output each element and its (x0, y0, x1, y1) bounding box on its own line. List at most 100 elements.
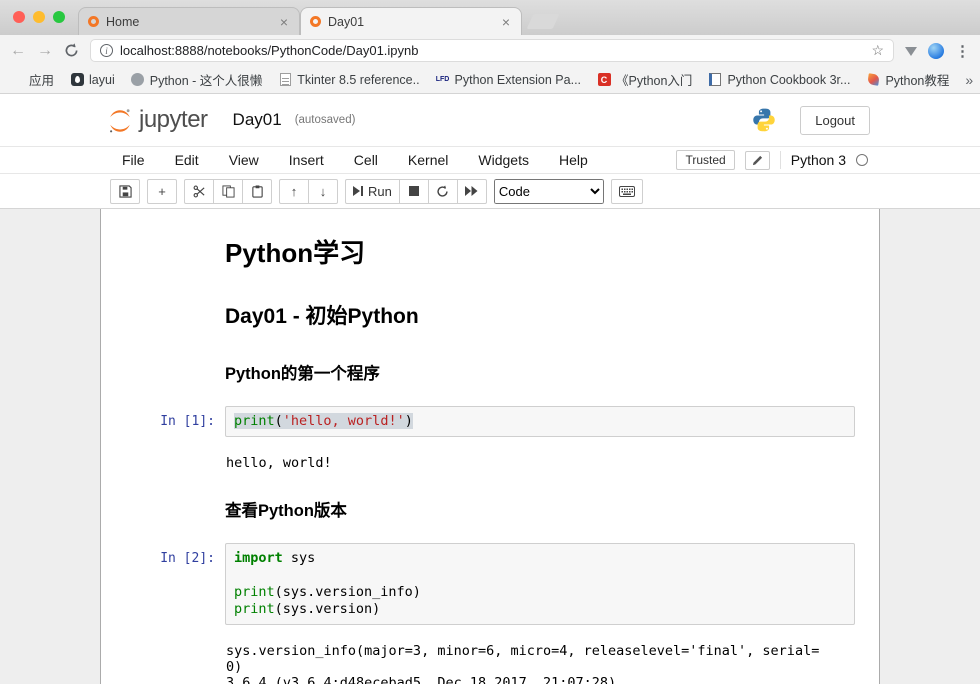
cell-type-select[interactable]: Code (494, 179, 604, 204)
browser-menu-icon[interactable]: ⋮ (955, 42, 970, 60)
book-icon (708, 73, 722, 87)
bookmark-python-tutorial[interactable]: Python教程 (866, 70, 949, 89)
lfd-icon: LFD (436, 73, 450, 87)
kernel-idle-icon (856, 154, 868, 166)
bookmark-python-intro[interactable]: C 《Python入门 (597, 70, 692, 89)
page-icon (278, 73, 292, 87)
save-button[interactable] (110, 179, 140, 204)
bookmarks-overflow-icon[interactable]: » (965, 72, 973, 88)
fast-forward-icon (465, 186, 478, 196)
copy-icon (222, 185, 235, 198)
tab-title: Day01 (328, 15, 493, 29)
site-info-icon[interactable]: i (100, 44, 113, 57)
output-text: 0) (226, 659, 855, 675)
trusted-button[interactable]: Trusted (676, 150, 734, 170)
bookmark-python-extension[interactable]: LFD Python Extension Pa... (436, 73, 581, 87)
logout-button[interactable]: Logout (800, 106, 870, 135)
keyboard-icon (619, 186, 635, 197)
zoom-window-button[interactable] (53, 11, 65, 23)
step-forward-icon (353, 186, 363, 196)
bookmark-star-icon[interactable]: ☆ (871, 42, 884, 59)
command-palette-button[interactable] (611, 179, 643, 204)
notebook-h1: Python学习 (225, 233, 855, 270)
notebook-toolbar: + ↑ ↓ Run (0, 174, 980, 209)
tab-day01[interactable]: Day01 × (300, 7, 522, 35)
browser-navbar: ← → i localhost:8888/notebooks/PythonCod… (0, 35, 980, 66)
markdown-cell-version[interactable]: 查看Python版本 (119, 483, 861, 537)
cut-cell-button[interactable] (184, 179, 214, 204)
markdown-cell-title[interactable]: Python学习 (119, 219, 861, 286)
traffic-lights (13, 11, 65, 23)
interrupt-kernel-button[interactable] (399, 179, 429, 204)
move-cell-down-button[interactable]: ↓ (308, 179, 338, 204)
notebook-h2: Day01 - 初始Python (225, 300, 855, 330)
globe-extension-icon[interactable] (928, 43, 944, 59)
jupyter-header: jupyter Day01 (autosaved) Logout (0, 94, 980, 146)
input-prompt: In [2]: (125, 543, 225, 625)
bookmark-tkinter[interactable]: Tkinter 8.5 reference.. (278, 73, 419, 87)
menu-edit[interactable]: Edit (175, 152, 199, 168)
kernel-name: Python 3 (791, 152, 846, 168)
tab-title: Home (106, 15, 271, 29)
notebook-title[interactable]: Day01 (233, 110, 282, 130)
bookmarks-bar: 应用 layui Python - 这个人很懒 Tkinter 8.5 refe… (0, 66, 980, 94)
python-profile-icon (131, 73, 145, 87)
menu-kernel[interactable]: Kernel (408, 152, 448, 168)
output-cell-1: hello, world! (119, 443, 861, 483)
paste-cell-button[interactable] (242, 179, 272, 204)
jupyter-brand-text: jupyter (139, 106, 208, 134)
apps-grid-icon (10, 73, 24, 87)
jupyter-favicon-icon (310, 16, 321, 27)
menu-file[interactable]: File (122, 152, 145, 168)
back-icon[interactable]: ← (10, 43, 26, 59)
markdown-cell-day01[interactable]: Day01 - 初始Python (119, 286, 861, 346)
code-input-1[interactable]: print('hello, world!') (225, 406, 855, 437)
move-cell-up-button[interactable]: ↑ (279, 179, 309, 204)
close-tab-icon[interactable]: × (500, 14, 512, 30)
arrow-down-icon: ↓ (320, 185, 327, 198)
notebook-h3-first: Python的第一个程序 (225, 360, 855, 384)
edit-title-button[interactable] (745, 151, 770, 170)
restart-kernel-button[interactable] (428, 179, 458, 204)
arrow-up-icon: ↑ (291, 185, 298, 198)
bookmark-cookbook[interactable]: Python Cookbook 3r... (708, 73, 850, 87)
menu-insert[interactable]: Insert (289, 152, 324, 168)
menu-widgets[interactable]: Widgets (478, 152, 529, 168)
jupyter-logo-icon (105, 108, 135, 134)
code-cell-2[interactable]: In [2]: import sys print(sys.version_inf… (119, 537, 861, 631)
jupyter-logo[interactable]: jupyter (105, 106, 208, 134)
copy-cell-button[interactable] (213, 179, 243, 204)
code-cell-1[interactable]: In [1]: print('hello, world!') (119, 400, 861, 443)
minimize-window-button[interactable] (33, 11, 45, 23)
restart-run-all-button[interactable] (457, 179, 487, 204)
reload-icon[interactable] (64, 43, 79, 58)
new-tab-button[interactable] (527, 14, 560, 29)
restart-icon (436, 185, 449, 198)
bookmark-layui[interactable]: layui (70, 73, 115, 87)
stop-icon (409, 186, 419, 196)
forward-icon[interactable]: → (37, 43, 53, 59)
markdown-cell-first-program[interactable]: Python的第一个程序 (119, 346, 861, 400)
url-text[interactable]: localhost:8888/notebooks/PythonCode/Day0… (120, 43, 864, 58)
c-red-icon: C (597, 73, 611, 87)
jupyter-menubar: File Edit View Insert Cell Kernel Widget… (0, 146, 980, 174)
output-text: 3.6.4 (v3.6.4:d48ecebad5, Dec 18 2017, 2… (226, 675, 855, 684)
pencil-icon (752, 155, 763, 166)
notebook-area: Python学习 Day01 - 初始Python Python的第一个程序 I… (0, 209, 980, 684)
menu-view[interactable]: View (229, 152, 259, 168)
close-tab-icon[interactable]: × (278, 14, 290, 30)
autosave-status: (autosaved) (295, 114, 356, 126)
python-logo-icon (751, 107, 777, 133)
address-bar[interactable]: i localhost:8888/notebooks/PythonCode/Da… (90, 39, 894, 62)
add-cell-button[interactable]: + (147, 179, 177, 204)
menu-help[interactable]: Help (559, 152, 588, 168)
run-button[interactable]: Run (345, 179, 400, 204)
titlebar: Home × Day01 × (0, 0, 980, 35)
menu-cell[interactable]: Cell (354, 152, 378, 168)
code-input-2[interactable]: import sys print(sys.version_info) print… (225, 543, 855, 625)
bookmark-python-blog[interactable]: Python - 这个人很懒 (131, 70, 263, 89)
bookmark-apps[interactable]: 应用 (10, 70, 54, 89)
close-window-button[interactable] (13, 11, 25, 23)
download-extension-icon[interactable] (905, 47, 917, 56)
tab-home[interactable]: Home × (78, 7, 300, 35)
